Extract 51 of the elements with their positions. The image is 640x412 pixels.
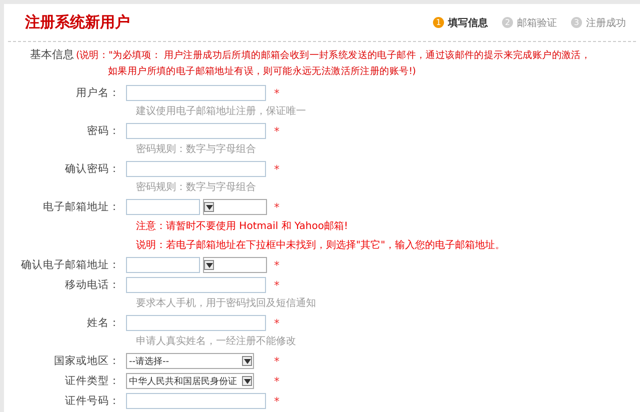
caret-icon — [204, 260, 214, 270]
step-label: 注册成功 — [586, 16, 626, 30]
field-hint: 要求本人手机，用于密码找回及短信通知 — [136, 296, 317, 311]
input-field[interactable] — [126, 199, 200, 215]
dropdown[interactable] — [203, 257, 267, 273]
field-note: 注意：请暂时不要使用 Hotmail 和 Yahoo邮箱! — [136, 220, 349, 234]
field-label: 密码： — [86, 124, 121, 138]
required-mark: * — [274, 316, 280, 330]
required-mark: * — [274, 162, 280, 176]
section-note: 如果用户所填的电子邮箱地址有误，则可能永远无法激活所注册的账号!) — [108, 65, 417, 78]
field-label: 证件类型： — [64, 374, 121, 388]
required-mark: * — [274, 86, 280, 100]
dropdown[interactable]: 中华人民共和国居民身份证 — [126, 373, 254, 389]
input-field[interactable] — [126, 277, 266, 293]
required-mark: * — [274, 394, 280, 408]
input-field[interactable] — [126, 123, 266, 139]
field-label: 确认密码： — [64, 162, 121, 176]
field-hint: 密码规则：数字与字母组合 — [136, 180, 257, 195]
input-field[interactable] — [126, 257, 200, 273]
caret-icon — [204, 202, 214, 212]
step-label: 邮箱验证 — [517, 16, 557, 30]
field-label: 国家或地区： — [53, 354, 121, 368]
input-field[interactable] — [126, 161, 266, 177]
input-field[interactable] — [126, 315, 266, 331]
caret-icon — [242, 376, 252, 386]
field-hint: 申请人真实姓名，一经注册不能修改 — [136, 334, 297, 349]
required-mark: * — [274, 200, 280, 214]
input-field[interactable] — [126, 85, 266, 101]
required-mark: * — [274, 374, 280, 388]
required-mark: * — [274, 258, 280, 272]
section-title: 基本信息 — [30, 47, 74, 62]
caret-icon — [242, 356, 252, 366]
input-field[interactable] — [126, 393, 266, 409]
field-label: 姓名： — [86, 316, 121, 330]
dropdown[interactable] — [203, 199, 267, 215]
required-mark: * — [274, 354, 280, 368]
field-hint: 密码规则：数字与字母组合 — [136, 142, 257, 157]
field-label: 电子邮箱地址： — [42, 200, 121, 214]
required-mark: * — [274, 278, 280, 292]
page-title: 注册系统新用户 — [25, 13, 130, 32]
field-hint: 建议使用电子邮箱地址注册，保证唯一 — [136, 104, 307, 119]
section-note: (说明："为必填项： 用户注册成功后所填的邮箱会收到一封系统发送的电子邮件，通过该邮件的提示来完成账户的激活， — [76, 49, 591, 62]
required-mark: * — [274, 124, 280, 138]
field-label: 证件号码： — [64, 394, 121, 408]
step-number: 1 — [433, 17, 444, 28]
dropdown[interactable]: --请选择-- — [126, 353, 254, 369]
step-label: 填写信息 — [448, 16, 488, 30]
field-label: 确认电子邮箱地址： — [20, 258, 121, 272]
field-note: 说明：若电子邮箱地址在下拉框中未找到，则选择"其它"，输入您的电子邮箱地址。 — [136, 238, 506, 253]
field-label: 移动电话： — [64, 278, 121, 292]
field-label: 用户名： — [75, 86, 121, 100]
